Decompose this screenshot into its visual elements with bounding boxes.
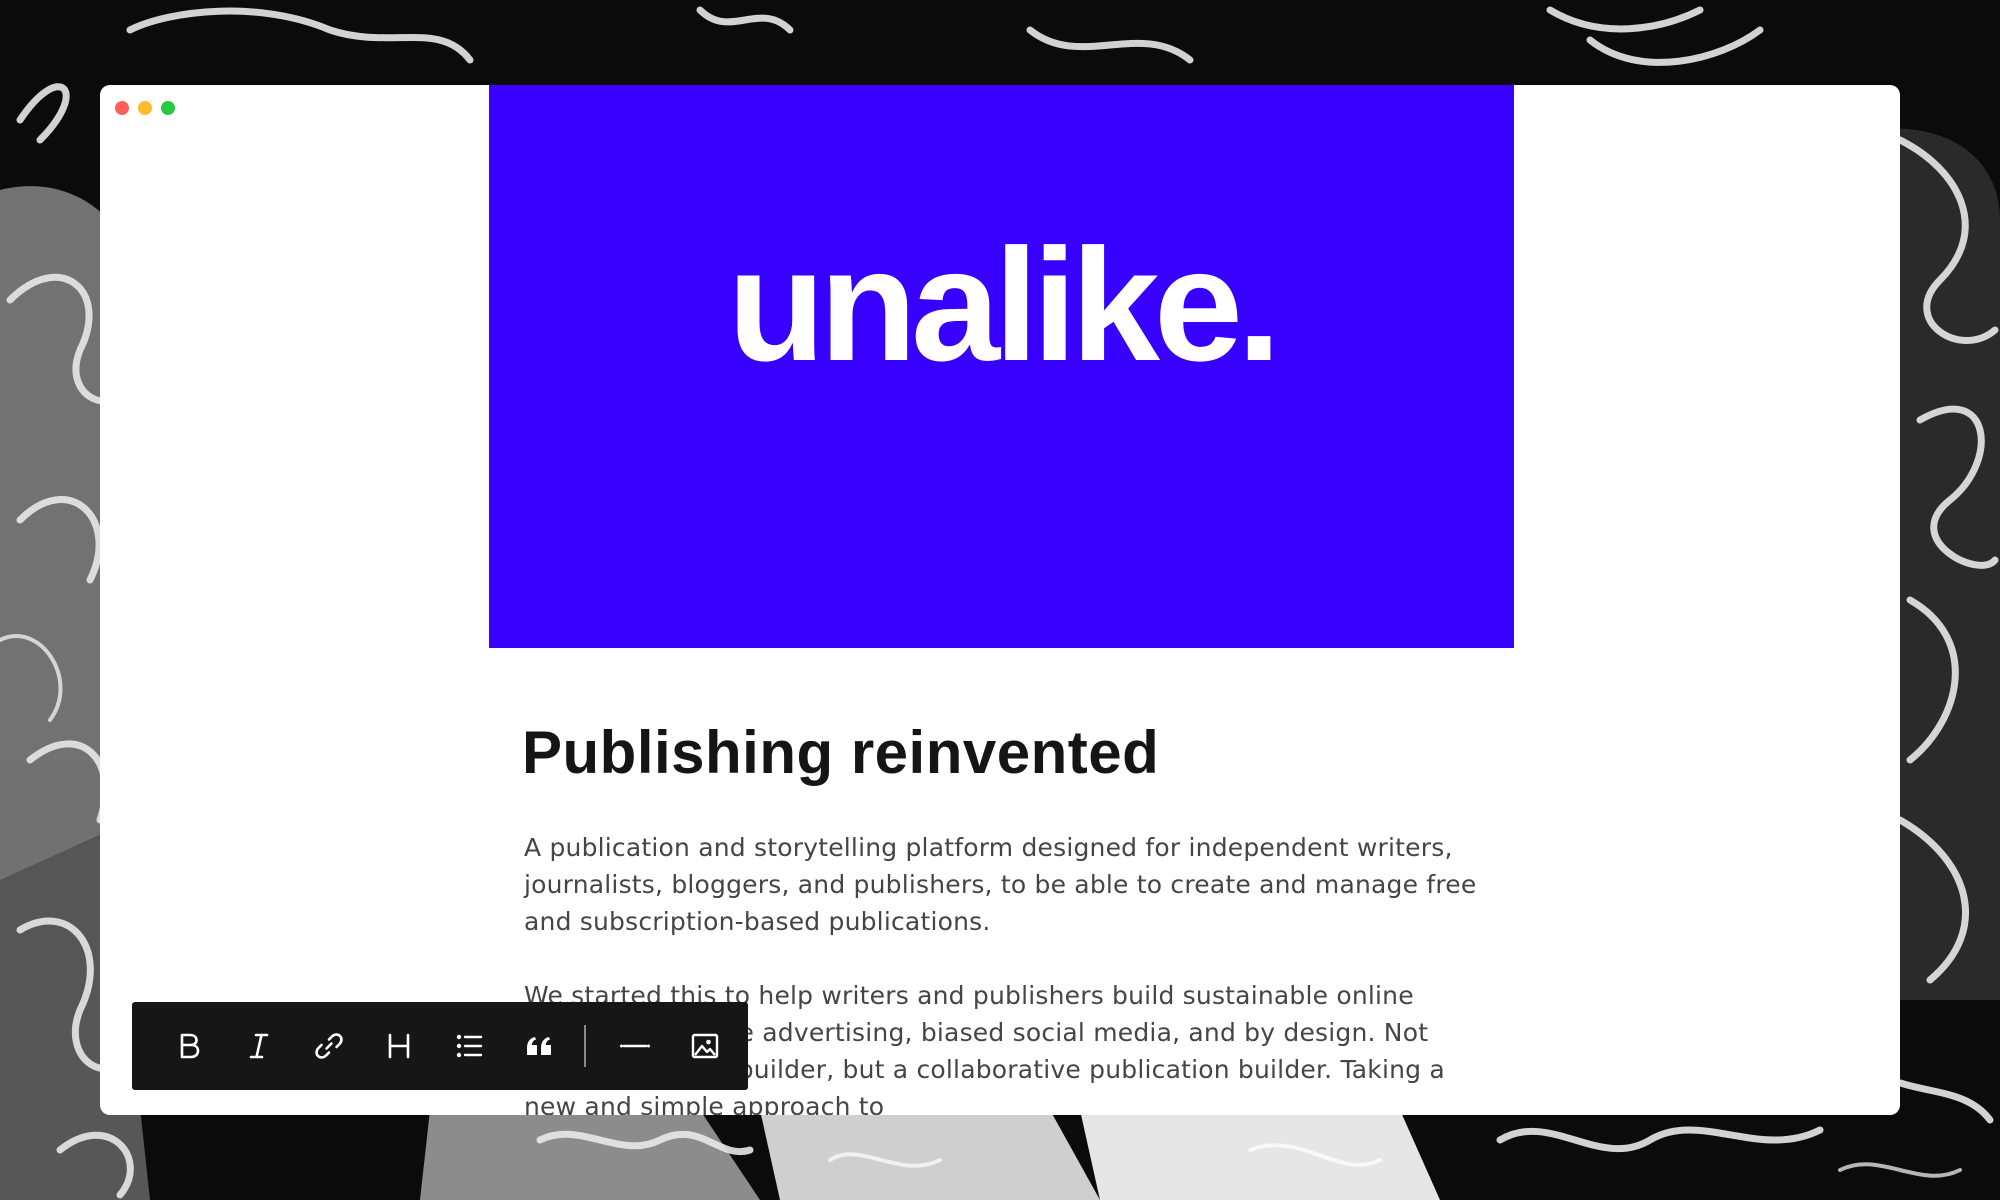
heading-icon — [388, 1033, 410, 1059]
image-icon — [691, 1033, 719, 1059]
insert-image-button[interactable] — [670, 1002, 740, 1090]
link-button[interactable] — [294, 1002, 364, 1090]
bullet-list-button[interactable] — [434, 1002, 504, 1090]
bold-icon — [180, 1033, 200, 1059]
quote-icon — [527, 1037, 551, 1055]
heading-button[interactable] — [364, 1002, 434, 1090]
italic-button[interactable] — [224, 1002, 294, 1090]
divider-icon — [620, 1044, 650, 1048]
quote-button[interactable] — [504, 1002, 574, 1090]
formatting-toolbar — [132, 1002, 748, 1090]
divider-button[interactable] — [600, 1002, 670, 1090]
article-paragraph-1[interactable]: A publication and storytelling platform … — [524, 829, 1484, 940]
maximize-window-button[interactable] — [161, 101, 175, 115]
toolbar-separator — [584, 1025, 586, 1067]
article-title[interactable]: Publishing reinvented — [522, 723, 1482, 783]
link-icon — [315, 1033, 343, 1059]
window-controls — [115, 101, 175, 115]
hero-logo-text: unalike. — [727, 215, 1282, 394]
italic-icon — [249, 1033, 269, 1059]
bullet-list-icon — [456, 1034, 483, 1058]
minimize-window-button[interactable] — [138, 101, 152, 115]
close-window-button[interactable] — [115, 101, 129, 115]
bold-button[interactable] — [154, 1002, 224, 1090]
browser-window: unalike. Publishing reinvented A publica… — [100, 85, 1900, 1115]
hero-banner: unalike. — [489, 85, 1514, 648]
